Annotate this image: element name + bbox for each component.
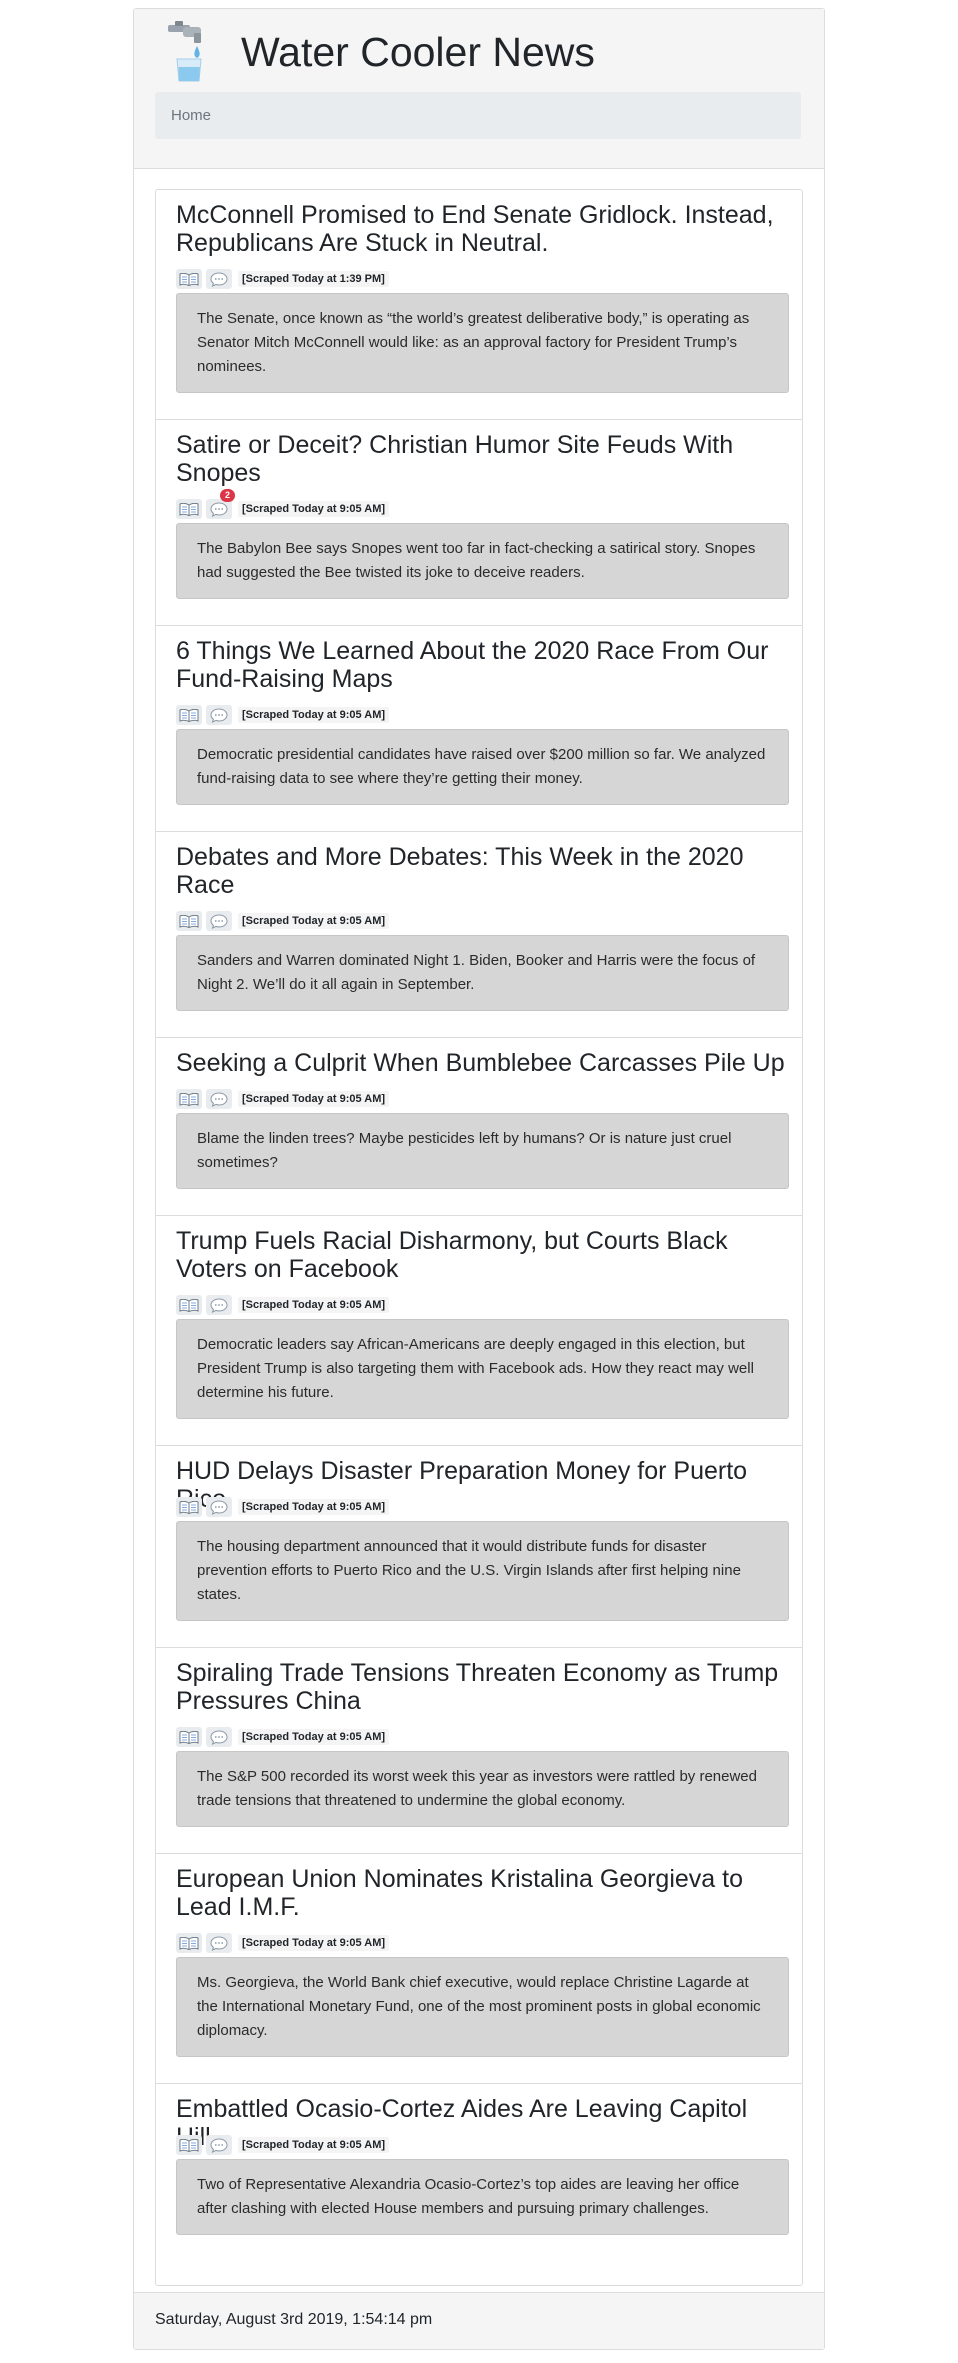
article-summary: The Babylon Bee says Snopes went too far… (176, 523, 789, 599)
scraped-timestamp: [Scraped Today at 9:05 AM] (238, 913, 390, 929)
scraped-timestamp: [Scraped Today at 9:05 AM] (238, 1297, 390, 1313)
open-book-icon (179, 1730, 199, 1744)
comments-button[interactable] (206, 1089, 232, 1109)
article-meta: [Scraped Today at 9:05 AM] (176, 704, 390, 726)
article-summary: Ms. Georgieva, the World Bank chief exec… (176, 1957, 789, 2057)
read-button[interactable] (176, 2135, 202, 2155)
scraped-timestamp: [Scraped Today at 9:05 AM] (238, 1729, 390, 1745)
comment-count-badge: 2 (220, 489, 235, 502)
read-button[interactable] (176, 1295, 202, 1315)
comments-button[interactable] (206, 1727, 232, 1747)
page-container: Water Cooler News Home McConnell Promise… (133, 8, 825, 2350)
scraped-timestamp: [Scraped Today at 9:05 AM] (238, 707, 390, 723)
read-button[interactable] (176, 1727, 202, 1747)
article-title[interactable]: Spiraling Trade Tensions Threaten Econom… (176, 1659, 786, 1715)
article-summary: Blame the linden trees? Maybe pesticides… (176, 1113, 789, 1189)
speech-bubble-icon (210, 271, 228, 287)
read-button[interactable] (176, 1933, 202, 1953)
speech-bubble-icon (210, 1091, 228, 1107)
comments-button[interactable] (206, 2135, 232, 2155)
article-summary: Democratic presidential candidates have … (176, 729, 789, 805)
scraped-timestamp: [Scraped Today at 9:05 AM] (238, 1499, 390, 1515)
speech-bubble-icon (210, 501, 228, 517)
article-meta: [Scraped Today at 1:39 PM] (176, 268, 389, 290)
article-item: European Union Nominates Kristalina Geor… (156, 1854, 802, 2084)
article-summary: Sanders and Warren dominated Night 1. Bi… (176, 935, 789, 1011)
article-item: Spiraling Trade Tensions Threaten Econom… (156, 1648, 802, 1854)
navbar: Home (155, 92, 801, 139)
open-book-icon (179, 502, 199, 516)
article-summary: The housing department announced that it… (176, 1521, 789, 1621)
open-book-icon (179, 1936, 199, 1950)
open-book-icon (179, 2138, 199, 2152)
article-item: HUD Delays Disaster Preparation Money fo… (156, 1446, 802, 1648)
site-footer: Saturday, August 3rd 2019, 1:54:14 pm (134, 2292, 824, 2349)
speech-bubble-icon (210, 707, 228, 723)
speech-bubble-icon (210, 1499, 228, 1515)
article-summary: Democratic leaders say African-Americans… (176, 1319, 789, 1419)
read-button[interactable] (176, 269, 202, 289)
open-book-icon (179, 914, 199, 928)
scraped-timestamp: [Scraped Today at 1:39 PM] (238, 271, 389, 287)
read-button[interactable] (176, 911, 202, 931)
article-meta: [Scraped Today at 9:05 AM] (176, 1088, 390, 1110)
article-title[interactable]: McConnell Promised to End Senate Gridloc… (176, 201, 786, 257)
open-book-icon (179, 1092, 199, 1106)
open-book-icon (179, 1298, 199, 1312)
comments-button[interactable] (206, 705, 232, 725)
scraped-timestamp: [Scraped Today at 9:05 AM] (238, 501, 390, 517)
article-list: McConnell Promised to End Senate Gridloc… (155, 189, 803, 2286)
speech-bubble-icon (210, 1935, 228, 1951)
comments-button[interactable]: 2 (206, 489, 235, 519)
open-book-icon (179, 272, 199, 286)
article-item: Embattled Ocasio-Cortez Aides Are Leavin… (156, 2084, 802, 2285)
read-button[interactable] (176, 705, 202, 725)
comments-button[interactable] (206, 911, 232, 931)
article-meta: [Scraped Today at 9:05 AM] (176, 910, 390, 932)
site-header: Water Cooler News Home (134, 9, 824, 169)
read-button[interactable] (176, 1089, 202, 1109)
article-meta: [Scraped Today at 9:05 AM] (176, 1726, 390, 1748)
scraped-timestamp: [Scraped Today at 9:05 AM] (238, 2137, 390, 2153)
speech-bubble-icon (210, 1297, 228, 1313)
article-meta: [Scraped Today at 9:05 AM] (176, 2134, 390, 2156)
article-meta: [Scraped Today at 9:05 AM] (176, 1932, 390, 1954)
article-meta: [Scraped Today at 9:05 AM] (176, 1294, 390, 1316)
article-item: Trump Fuels Racial Disharmony, but Court… (156, 1216, 802, 1446)
article-title[interactable]: Satire or Deceit? Christian Humor Site F… (176, 431, 786, 487)
article-title[interactable]: 6 Things We Learned About the 2020 Race … (176, 637, 786, 693)
speech-bubble-icon (210, 913, 228, 929)
article-item: Seeking a Culprit When Bumblebee Carcass… (156, 1038, 802, 1216)
article-meta: 2 [Scraped Today at 9:05 AM] (176, 489, 390, 520)
article-item: Satire or Deceit? Christian Humor Site F… (156, 420, 802, 626)
article-title[interactable]: Seeking a Culprit When Bumblebee Carcass… (176, 1049, 786, 1077)
article-title[interactable]: European Union Nominates Kristalina Geor… (176, 1865, 786, 1921)
comments-button[interactable] (206, 1295, 232, 1315)
water-faucet-icon (168, 21, 202, 82)
scraped-timestamp: [Scraped Today at 9:05 AM] (238, 1935, 390, 1951)
app-title: Water Cooler News (241, 29, 595, 75)
article-title[interactable]: Debates and More Debates: This Week in t… (176, 843, 786, 899)
article-item: McConnell Promised to End Senate Gridloc… (156, 190, 802, 420)
footer-timestamp: Saturday, August 3rd 2019, 1:54:14 pm (155, 2311, 433, 2328)
speech-bubble-icon (210, 2137, 228, 2153)
article-meta: [Scraped Today at 9:05 AM] (176, 1496, 390, 1518)
scraped-timestamp: [Scraped Today at 9:05 AM] (238, 1091, 390, 1107)
comments-button[interactable] (206, 1497, 232, 1517)
article-summary: The S&P 500 recorded its worst week this… (176, 1751, 789, 1827)
read-button[interactable] (176, 1497, 202, 1517)
comments-button[interactable] (206, 269, 232, 289)
article-summary: The Senate, once known as “the world’s g… (176, 293, 789, 393)
article-item: Debates and More Debates: This Week in t… (156, 832, 802, 1038)
open-book-icon (179, 1500, 199, 1514)
read-button[interactable] (176, 499, 202, 519)
comments-button[interactable] (206, 1933, 232, 1953)
nav-home-link[interactable]: Home (171, 107, 211, 124)
speech-bubble-icon (210, 1729, 228, 1745)
open-book-icon (179, 708, 199, 722)
article-item: 6 Things We Learned About the 2020 Race … (156, 626, 802, 832)
article-title[interactable]: Trump Fuels Racial Disharmony, but Court… (176, 1227, 786, 1283)
article-summary: Two of Representative Alexandria Ocasio-… (176, 2159, 789, 2235)
